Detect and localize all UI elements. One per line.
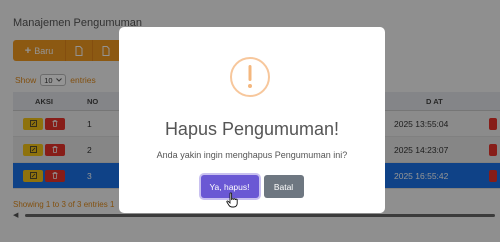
confirm-delete-dialog: Hapus Pengumuman! Anda yakin ingin mengh… <box>119 27 385 213</box>
exclamation-icon <box>248 65 252 88</box>
dialog-message: Anda yakin ingin menghapus Pengumuman in… <box>156 150 348 160</box>
cancel-button[interactable]: Batal <box>263 175 304 198</box>
dialog-actions: Ya, hapus! Batal <box>119 175 385 198</box>
dialog-title: Hapus Pengumuman! <box>164 119 340 139</box>
warning-icon <box>230 57 270 97</box>
hand-pointer-cursor-icon <box>226 192 238 208</box>
